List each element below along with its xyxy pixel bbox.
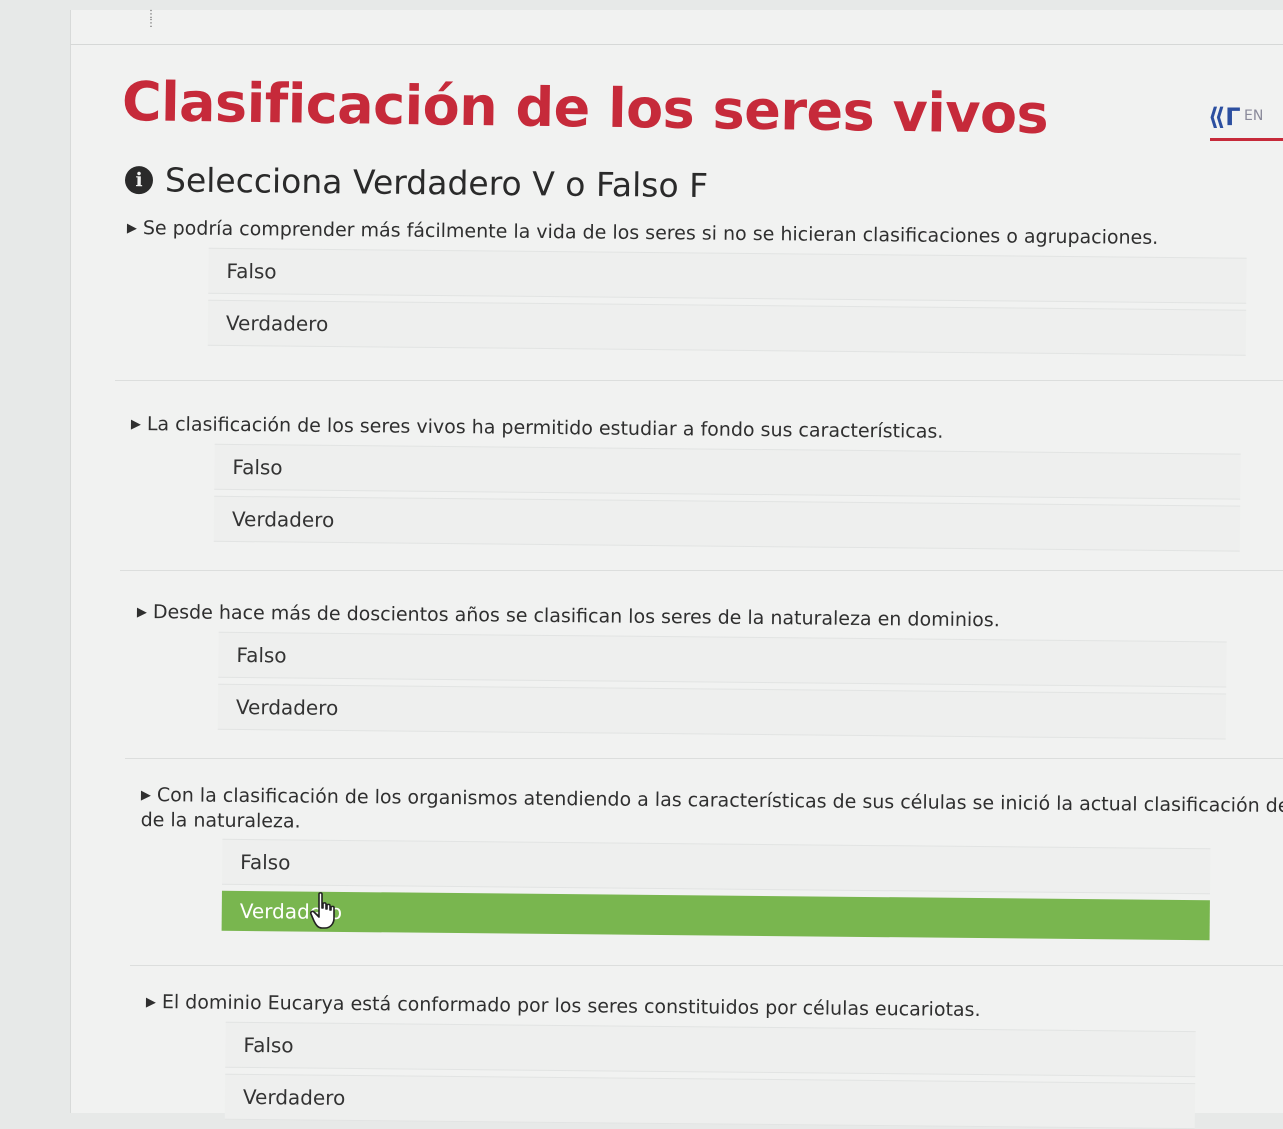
question-divider <box>130 965 1283 966</box>
logo-mark-icon: ⟪Γ <box>1208 103 1241 131</box>
bullet-icon: ▶ <box>126 220 137 237</box>
option-verdadero[interactable]: Verdadero <box>217 683 1227 740</box>
option-falso[interactable]: Falso <box>218 631 1227 688</box>
bullet-icon: ▶ <box>136 604 147 621</box>
logo: ⟪Γ EN <box>1208 100 1283 148</box>
question-divider <box>120 570 1283 571</box>
option-falso[interactable]: Falso <box>222 838 1211 895</box>
bullet-icon: ▶ <box>140 787 151 804</box>
instructions: i Selecciona Verdadero V o Falso F <box>124 160 709 206</box>
top-divider <box>70 44 1283 45</box>
question-1: ▶ Se podría comprender más fácilmente la … <box>126 216 1247 356</box>
vertical-dots-menu-icon[interactable]: ⋮ ⋮ <box>146 10 156 50</box>
bullet-icon: ▶ <box>145 994 156 1011</box>
page-title: Clasificación de los seres vivos <box>121 70 1049 146</box>
question-3: ▶ Desde hace más de doscientos años se cl… <box>136 600 1227 740</box>
instructions-text: Selecciona Verdadero V o Falso F <box>164 160 709 206</box>
question-2: ▶ La clasificación de los seres vivos ha … <box>130 412 1241 552</box>
option-verdadero[interactable]: Verdadero <box>213 495 1241 552</box>
logo-underline <box>1210 138 1283 141</box>
hand-pointer-cursor-icon <box>310 892 335 929</box>
question-4: ▶ Con la clasificación de los organismos … <box>140 783 1283 941</box>
option-falso[interactable]: Falso <box>208 247 1247 304</box>
option-verdadero[interactable]: Verdadero <box>224 1073 1196 1129</box>
question-divider <box>125 758 1283 759</box>
logo-text: EN <box>1244 108 1264 124</box>
question-5: ▶ El dominio Eucarya está conformado por … <box>145 990 1196 1129</box>
option-falso[interactable]: Falso <box>214 443 1241 500</box>
bullet-icon: ▶ <box>130 416 141 433</box>
option-falso[interactable]: Falso <box>225 1021 1196 1078</box>
info-circle-icon: i <box>124 165 154 194</box>
question-divider <box>115 380 1283 381</box>
